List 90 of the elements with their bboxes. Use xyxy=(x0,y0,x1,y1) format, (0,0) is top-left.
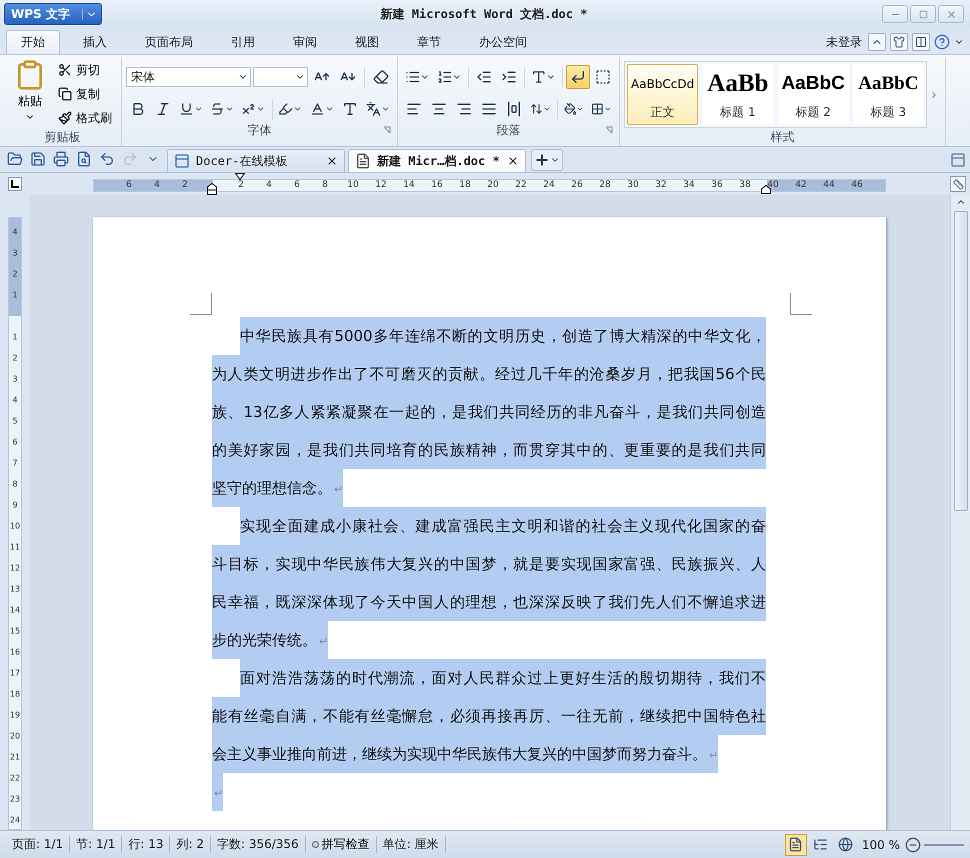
status-item: 页面: 1/1 xyxy=(6,836,70,853)
ruler-number: 36 xyxy=(711,179,723,192)
style-preset[interactable]: AaBbCcDd 正文 xyxy=(627,64,698,125)
ruler-number: 13 xyxy=(9,584,21,594)
ruler-number: 7 xyxy=(11,458,19,468)
group-label: 样式 xyxy=(770,128,794,146)
ruler-number: 2 xyxy=(11,270,19,278)
ruler-number: 6 xyxy=(11,438,19,446)
ruler-number: 24 xyxy=(9,816,21,824)
ruler-number: 4 xyxy=(266,179,272,192)
ruler-number: 30 xyxy=(627,179,639,192)
ruler-number: 22 xyxy=(515,179,527,192)
document-tab[interactable]: 新建 Micr…档.doc * xyxy=(348,149,526,172)
ruler-number: 3 xyxy=(11,248,19,258)
menu-tab[interactable]: 插入 xyxy=(68,30,122,54)
paste-button[interactable]: 粘贴 xyxy=(8,57,52,129)
ruler-number: 14 xyxy=(403,179,415,192)
menu-tab[interactable]: 视图 xyxy=(340,30,394,54)
ruler-number: 8 xyxy=(11,480,19,488)
ruler-number: 3 xyxy=(11,374,19,384)
menu-tab[interactable]: 审阅 xyxy=(278,30,332,54)
ruler-number: 2 xyxy=(238,179,244,192)
status-item: 节: 1/1 xyxy=(70,836,122,853)
status-item: 字数: 356/356 xyxy=(210,836,306,853)
document-tab[interactable]: Docer-在线模板 xyxy=(167,149,345,172)
menu-tab[interactable]: 办公空间 xyxy=(464,30,542,54)
ruler-number: 12 xyxy=(9,564,21,572)
ruler-number: 16 xyxy=(431,179,443,192)
ruler-number: 4 xyxy=(11,396,19,404)
ruler-number: 22 xyxy=(9,774,21,782)
ruler-number: 28 xyxy=(599,179,611,192)
ruler-number: 15 xyxy=(9,626,21,636)
ruler-number: 24 xyxy=(543,179,555,192)
ruler-number: 18 xyxy=(9,690,21,698)
menu-tab[interactable]: 开始 xyxy=(6,30,60,54)
ruler-number: 23 xyxy=(9,794,21,804)
ruler-number: 11 xyxy=(9,542,21,552)
ruler-number: 18 xyxy=(459,179,471,192)
ruler-number: 6 xyxy=(126,179,132,192)
font-name-field[interactable]: 宋体 xyxy=(126,67,251,87)
ruler-number: 26 xyxy=(571,179,583,192)
group-label: 剪贴板 xyxy=(44,129,80,146)
status-item: 列: 2 xyxy=(170,836,211,853)
ruler-number: 2 xyxy=(11,354,19,362)
ruler-number: 17 xyxy=(9,668,21,678)
ruler-number: 44 xyxy=(823,179,835,192)
ruler-number: 38 xyxy=(739,179,751,192)
copy-button[interactable]: 复制 xyxy=(56,83,114,105)
ruler-number: 1 xyxy=(11,290,19,300)
ruler-number: 19 xyxy=(9,710,21,720)
ruler-number: 4 xyxy=(11,228,19,236)
ruler-number: 40 xyxy=(767,179,779,192)
group-label: 字体 xyxy=(248,122,272,138)
ruler-number: 42 xyxy=(795,179,807,192)
menu-tab[interactable]: 章节 xyxy=(402,30,456,54)
ruler-number: 5 xyxy=(11,416,19,426)
format-painter-button[interactable]: 格式刷 xyxy=(56,107,114,129)
zoom-level: 100 % xyxy=(860,838,901,852)
menu-tab[interactable]: 页面布局 xyxy=(130,30,208,54)
ruler-number: 16 xyxy=(9,648,21,656)
spell-check-button[interactable]: 拼写检查 xyxy=(306,836,377,853)
ruler-number: 34 xyxy=(683,179,695,192)
status-item: 行: 13 xyxy=(122,836,170,853)
ruler-number: 9 xyxy=(11,500,19,510)
style-preset[interactable]: AaBb 标题 1 xyxy=(702,64,774,125)
app-menu-button[interactable]: WPS 文字 xyxy=(4,3,102,25)
ruler-number: 6 xyxy=(294,179,300,192)
horizontal-ruler[interactable]: 6 4 2 2 4 6 8 10 12 14 16 18 20 22 24 26 28 30 32 34 36 38 40 42 44 46 xyxy=(93,179,886,192)
style-preset[interactable]: AaBbC 标题 2 xyxy=(778,64,849,125)
cut-button[interactable]: 剪切 xyxy=(56,59,114,81)
ruler-number: 21 xyxy=(9,752,21,762)
ruler-number: 32 xyxy=(655,179,667,192)
ruler-number: 1 xyxy=(11,332,19,342)
unit-label: 单位: 厘米 xyxy=(376,836,446,853)
login-status[interactable]: 未登录 xyxy=(826,34,862,50)
vertical-ruler[interactable]: 4 3 2 1 1 2 3 4 5 6 7 8 9 10 11 12 13 14 15 16 17 18 19 20 21 22 23 24 xyxy=(8,217,22,830)
ruler-number: 10 xyxy=(9,522,21,530)
ruler-number: 46 xyxy=(851,179,863,192)
style-preset[interactable]: AaBbC 标题 3 xyxy=(852,64,924,125)
ruler-number: 20 xyxy=(9,732,21,740)
window-title: 新建 Microsoft Word 文档.doc * xyxy=(380,6,588,22)
ruler-number: 4 xyxy=(154,179,160,192)
ruler-number: 12 xyxy=(375,179,387,192)
ruler-number: 14 xyxy=(9,606,21,614)
ruler-number: 10 xyxy=(347,179,359,192)
ruler-number: 2 xyxy=(182,179,188,192)
menu-tab[interactable]: 引用 xyxy=(216,30,270,54)
ruler-number: 20 xyxy=(487,179,499,192)
group-label: 段落 xyxy=(496,122,520,138)
ruler-number: 8 xyxy=(322,179,328,192)
